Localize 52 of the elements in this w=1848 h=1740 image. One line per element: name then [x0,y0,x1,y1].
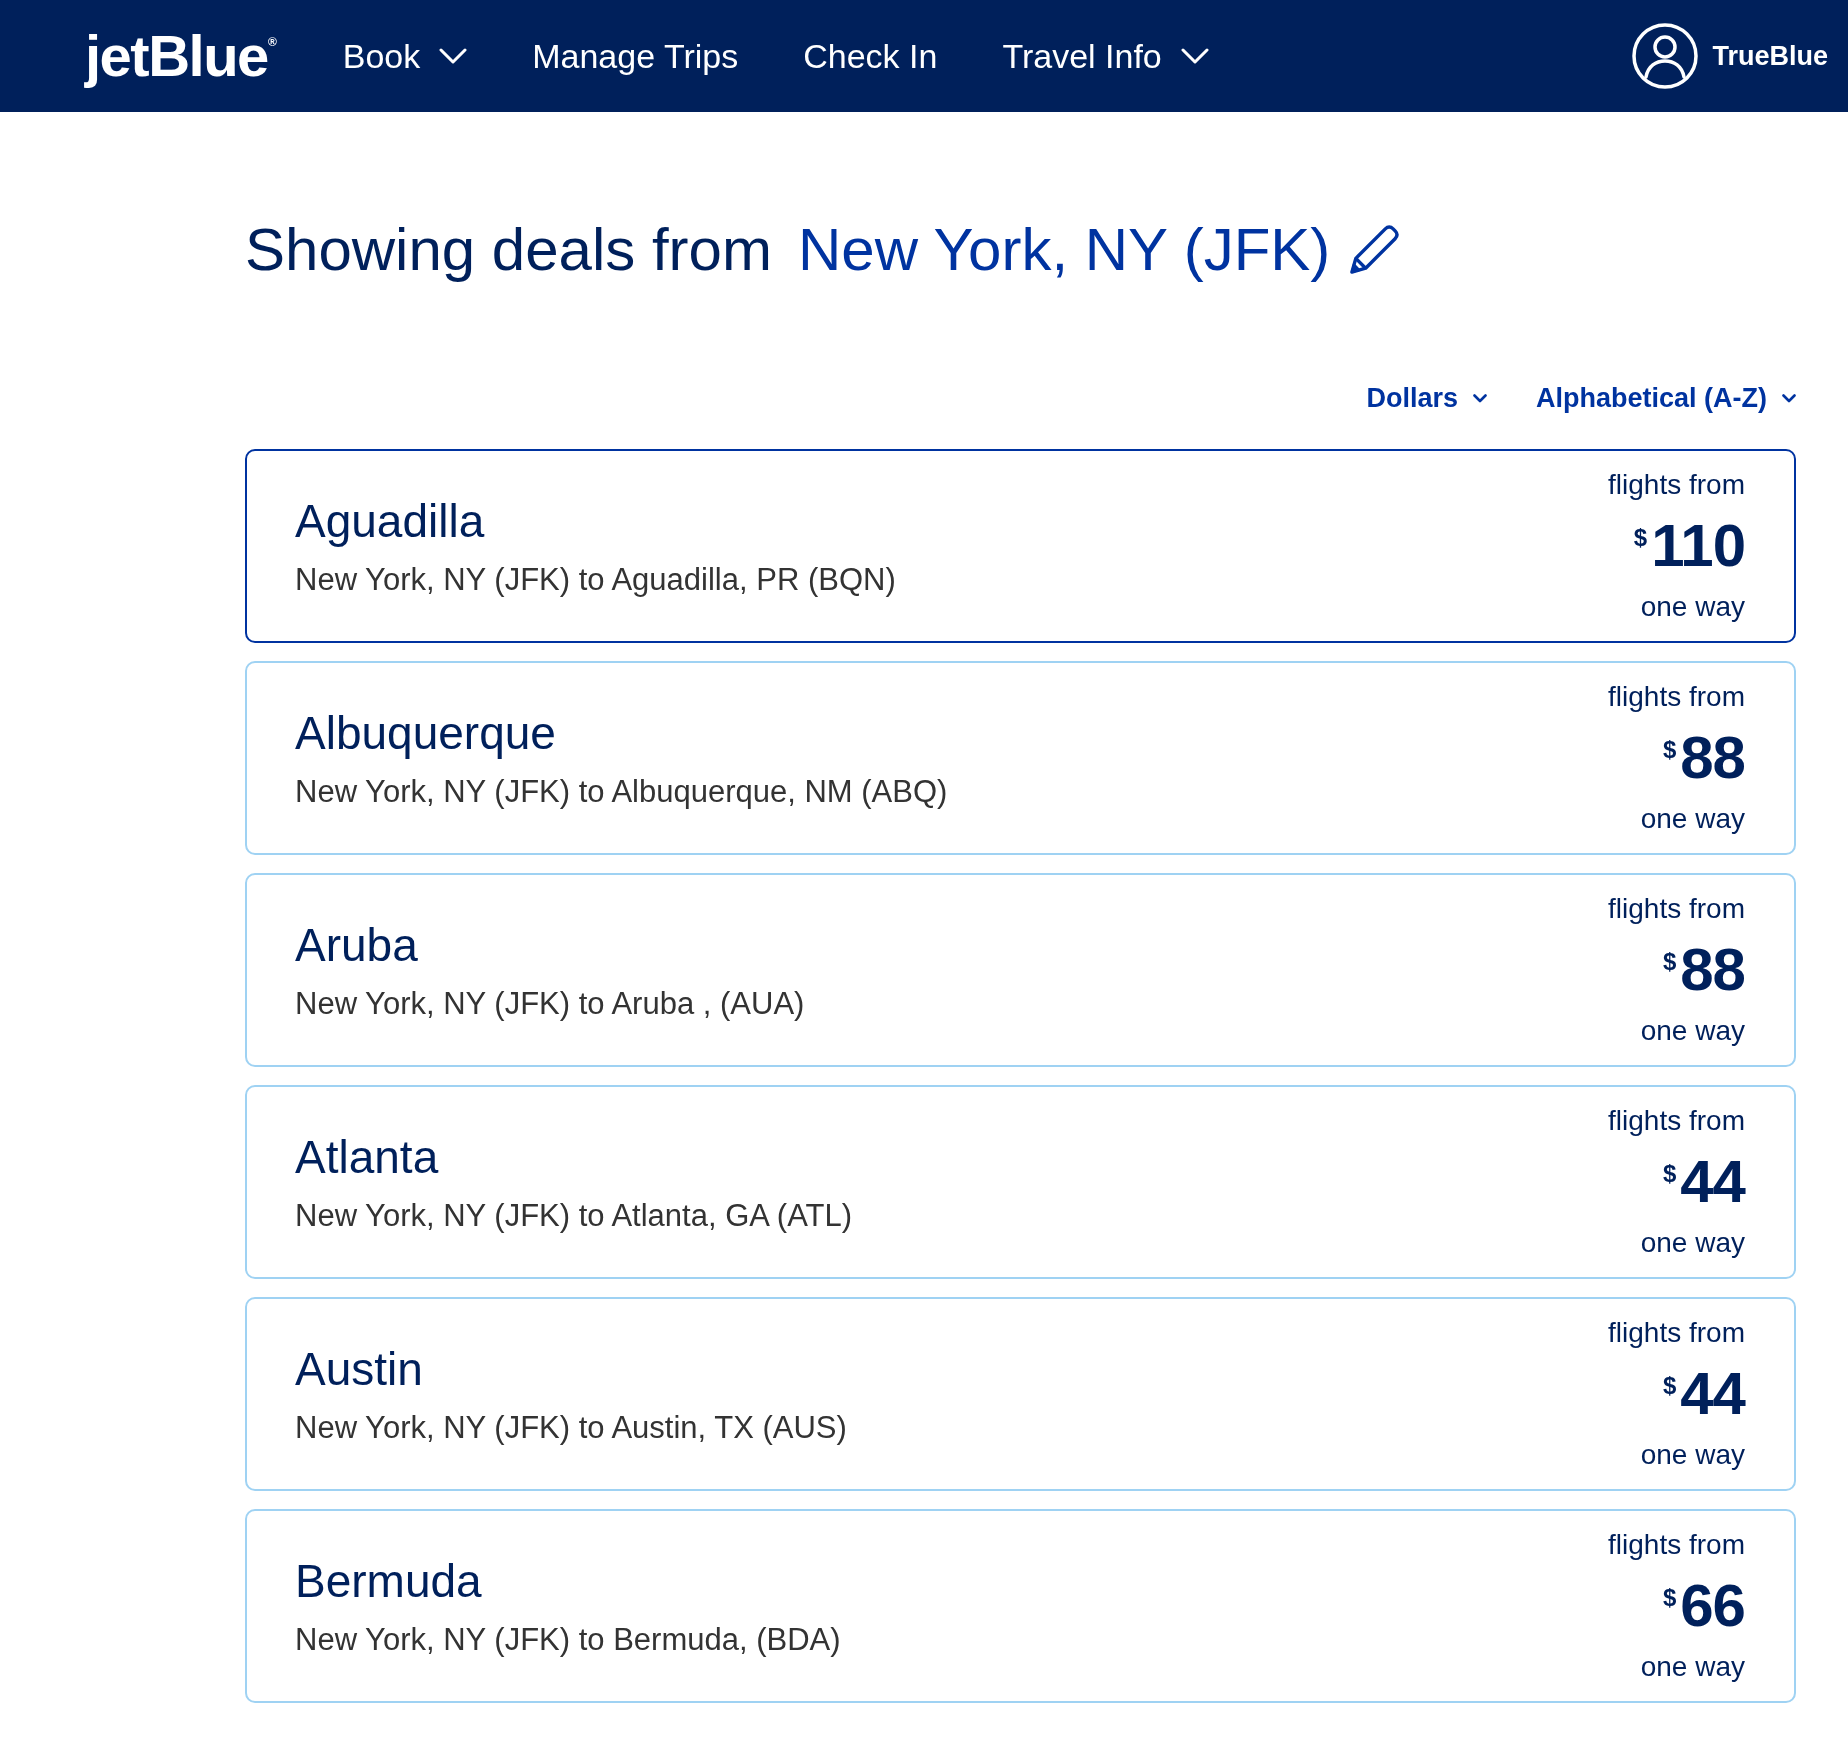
trip-type-label: one way [1640,1650,1745,1684]
price-caption: flights from [1608,468,1745,502]
destination-city: Albuquerque [295,705,557,761]
trip-type-label: one way [1640,1226,1745,1260]
deal-card[interactable]: Bermuda New York, NY (JFK) to Bermuda, (BDA) flights from $66 one way [245,1509,1796,1703]
route-description: New York, NY (JFK) to Albuquerque, NM (ABQ) [295,772,948,811]
chevron-down-icon [1180,48,1209,64]
nav-link[interactable]: Travel Info [1002,34,1209,78]
currency-symbol: $ [1662,1372,1677,1400]
chevron-down-icon [1473,393,1487,403]
origin-city-link[interactable]: New York, NY (JFK) [797,210,1331,290]
sort-dropdown[interactable]: Dollars [1366,380,1487,416]
currency-symbol: $ [1662,1160,1677,1188]
currency-symbol: $ [1662,1584,1677,1612]
price-amount: 44 [1680,1362,1745,1426]
sort-dropdown[interactable]: Alphabetical (A-Z) [1536,380,1796,416]
currency-symbol: $ [1662,736,1677,764]
destination-city: Aruba [295,917,419,973]
route-description: New York, NY (JFK) to Bermuda, (BDA) [295,1620,841,1659]
price-caption: flights from [1608,1316,1745,1350]
price-amount: 88 [1680,938,1745,1002]
route-description: New York, NY (JFK) to Aruba , (AUA) [295,984,805,1023]
destination-city: Atlanta [295,1129,440,1185]
destination-city: Bermuda [295,1553,483,1609]
user-icon [1632,23,1699,89]
price-amount: 88 [1680,726,1745,790]
page-heading: Showing deals from [245,215,772,285]
price-caption: flights from [1608,892,1745,926]
trip-type-label: one way [1640,590,1745,624]
currency-symbol: $ [1633,524,1648,552]
chevron-down-icon [439,48,468,64]
price-caption: flights from [1608,1528,1745,1562]
nav-link[interactable]: Manage Trips [532,34,739,78]
trip-type-label: one way [1640,802,1745,836]
destination-city: Austin [295,1341,424,1397]
price-caption: flights from [1608,1104,1745,1138]
price-amount: 110 [1651,514,1745,578]
trip-type-label: one way [1640,1014,1745,1048]
account-button[interactable]: TrueBlue [1632,23,1828,89]
route-description: New York, NY (JFK) to Aguadilla, PR (BQN) [295,560,896,599]
trip-type-label: one way [1640,1438,1745,1472]
price-amount: 66 [1680,1574,1745,1638]
nav-link[interactable]: Check In [803,34,938,78]
nav-link[interactable]: Book [342,34,468,78]
currency-symbol: $ [1662,948,1677,976]
chevron-down-icon [1782,393,1796,403]
route-description: New York, NY (JFK) to Atlanta, GA (ATL) [295,1196,853,1235]
route-description: New York, NY (JFK) to Austin, TX (AUS) [295,1408,847,1447]
brand-logo[interactable]: jetBlue$^{®}$ [85,23,277,89]
price-caption: flights from [1608,680,1745,714]
destination-city: Aguadilla [295,493,486,549]
price-amount: 44 [1680,1150,1745,1214]
